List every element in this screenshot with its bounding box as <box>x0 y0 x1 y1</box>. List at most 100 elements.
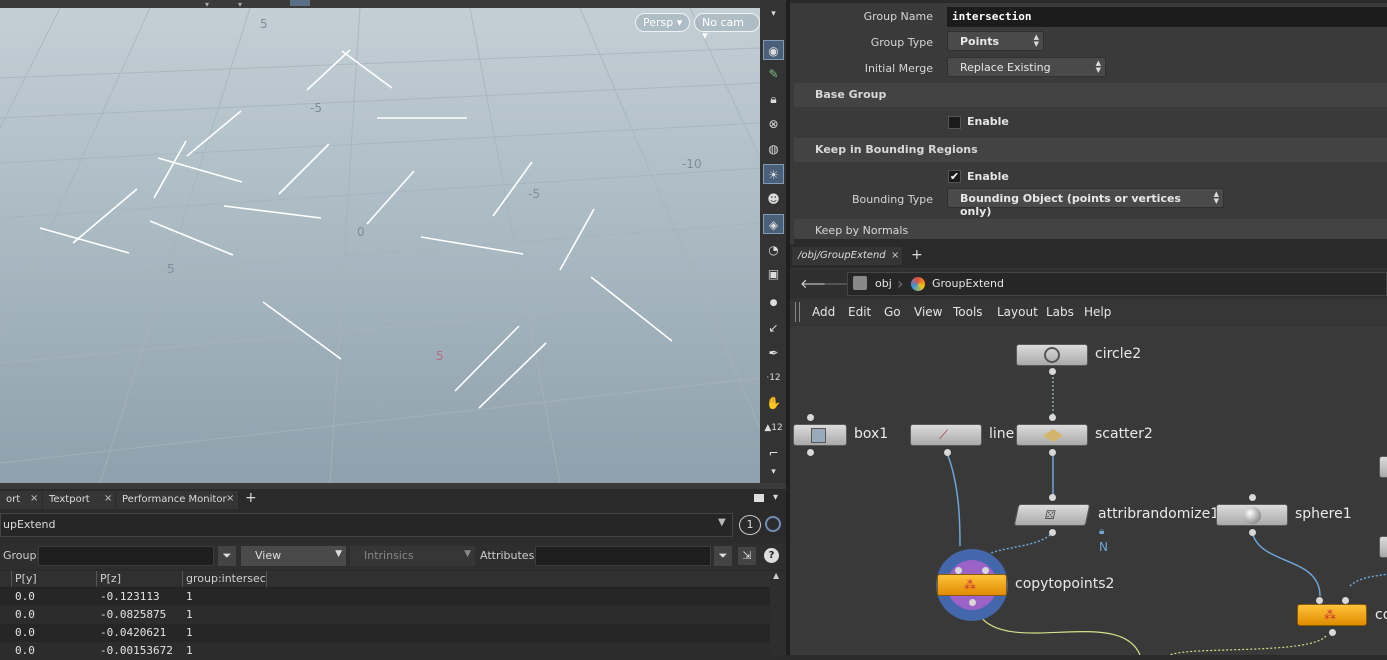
input-connector[interactable] <box>1249 494 1256 501</box>
node-circle2[interactable] <box>1016 344 1088 366</box>
chevron-down-icon[interactable]: ▾ <box>773 492 778 503</box>
menu-labs[interactable]: Labs <box>1046 305 1074 319</box>
attributes-filter-input[interactable] <box>535 546 711 566</box>
add-tab-icon[interactable]: + <box>911 247 923 263</box>
input-connector[interactable] <box>955 567 962 574</box>
input-connector[interactable] <box>1316 597 1323 604</box>
output-connector[interactable] <box>1249 529 1256 536</box>
node-sphere1[interactable] <box>1216 504 1288 526</box>
visibility-icon[interactable]: ◔ <box>763 240 784 260</box>
primitive-number-icon[interactable]: ▲12 <box>763 418 784 438</box>
node-copy-partial[interactable]: ⁂ <box>1297 604 1367 626</box>
node-scatter2[interactable] <box>1016 424 1088 446</box>
point-icon[interactable]: ● <box>763 293 784 313</box>
output-connector[interactable] <box>1049 368 1056 375</box>
options-icon[interactable]: ⇲ <box>738 547 756 565</box>
close-icon[interactable]: ⊗ <box>763 114 784 134</box>
base-group-header[interactable]: Base Group <box>794 83 1387 107</box>
maximize-icon[interactable] <box>754 494 764 502</box>
initial-merge-menu[interactable]: Replace Existing ▲ ▼ <box>947 57 1106 77</box>
menu-view[interactable]: View <box>914 305 942 319</box>
node-offscreen[interactable] <box>1379 536 1387 558</box>
table-row[interactable]: 0.0 -0.0420621 1 <box>0 624 770 642</box>
group-type-menu[interactable]: Points ▲ ▼ <box>947 31 1044 51</box>
normal-icon[interactable]: ↙ <box>763 318 784 338</box>
filter-icon[interactable]: ⏷ <box>714 546 732 566</box>
output-connector[interactable] <box>1329 629 1336 636</box>
menu-help[interactable]: Help <box>1084 305 1111 319</box>
close-icon[interactable]: × <box>891 250 899 261</box>
group-name-field[interactable]: intersection <box>947 7 1387 27</box>
output-connector[interactable] <box>1049 449 1056 456</box>
spreadsheet-path-field[interactable]: upExtend <box>0 513 733 537</box>
bounding-type-menu[interactable]: Bounding Object (points or vertices only… <box>947 188 1224 218</box>
eye-icon[interactable]: ◉ <box>763 40 784 60</box>
camera-bulb-icon[interactable]: ☻ <box>763 189 784 209</box>
table-row[interactable]: 0.0 -0.123113 1 <box>0 588 770 606</box>
column-header[interactable]: P[z] <box>97 571 183 587</box>
persp-camera-button[interactable]: Persp ▾ <box>635 13 691 32</box>
output-connector[interactable] <box>969 599 976 606</box>
menu-layout[interactable]: Layout <box>997 305 1038 319</box>
node-offscreen[interactable] <box>1379 456 1387 478</box>
menu-tools[interactable]: Tools <box>953 305 983 319</box>
close-icon[interactable]: × <box>30 493 38 504</box>
chevron-up-icon[interactable]: ▲ <box>773 571 779 580</box>
breadcrumb-obj[interactable]: obj <box>875 277 892 290</box>
input-connector[interactable] <box>807 414 814 421</box>
filter-icon[interactable]: ⏷ <box>218 546 236 566</box>
network-canvas[interactable]: circle2 box1 ⟋ line1 scatter2 ⚄ attribra… <box>790 326 1387 655</box>
bulb-icon[interactable]: ☀ <box>763 164 784 184</box>
menu-add[interactable]: Add <box>812 305 835 319</box>
drag-handle[interactable] <box>795 302 800 322</box>
chevron-down-icon[interactable]: ▾ <box>763 4 784 19</box>
add-tab-icon[interactable]: + <box>245 490 257 506</box>
close-icon[interactable]: × <box>226 493 234 504</box>
display-options-icon[interactable]: ◍ <box>763 139 784 159</box>
lock-icon[interactable]: 🔒︎ <box>763 89 784 109</box>
shading-icon[interactable]: ◈ <box>763 214 784 234</box>
column-header[interactable]: group:intersecti <box>183 571 267 587</box>
cam-select-button[interactable]: No cam ▾ <box>694 13 760 42</box>
pin-number-button[interactable]: 1 <box>739 515 761 535</box>
output-connector[interactable] <box>944 449 951 456</box>
input-connector[interactable] <box>1049 414 1056 421</box>
help-icon[interactable]: ? <box>764 548 779 563</box>
input-connector[interactable] <box>1342 597 1349 604</box>
column-header[interactable]: P[y] <box>12 571 97 587</box>
node-attribrandomize1[interactable]: ⚄ <box>1013 504 1091 526</box>
table-row[interactable]: 0.0 -0.00153672 1 <box>0 642 770 660</box>
intrinsics-dropdown[interactable]: Intrinsics ▼ <box>350 546 475 566</box>
node-copytopoints2[interactable]: ⁂ <box>937 574 1007 596</box>
output-connector[interactable] <box>807 449 814 456</box>
base-group-enable-checkbox[interactable] <box>948 116 961 129</box>
chevron-down-icon[interactable]: ▼ <box>718 517 726 528</box>
corner-icon[interactable]: ⌐ <box>763 443 784 463</box>
tab-obj-groupextend[interactable]: /obj/GroupExtend <box>792 247 902 265</box>
chevron-down-icon[interactable]: ▾ <box>763 462 784 482</box>
table-row[interactable]: 0.0 -0.0825875 1 <box>0 606 770 624</box>
vertical-scrollbar[interactable]: ▲ <box>770 571 786 655</box>
keep-bounding-header[interactable]: Keep in Bounding Regions <box>794 138 1387 162</box>
output-connector[interactable] <box>1049 529 1056 536</box>
point-number-icon[interactable]: ·12 <box>763 368 784 388</box>
menu-edit[interactable]: Edit <box>848 305 871 319</box>
bounding-enable-checkbox[interactable]: ✔ <box>948 170 961 183</box>
menu-go[interactable]: Go <box>884 305 901 319</box>
link-icon[interactable] <box>765 516 781 532</box>
view-dropdown[interactable]: View ▼ <box>241 546 346 566</box>
scene-viewport[interactable]: ▾ ▾ 0 5 -5 -10 5 -5 5 Persp ▾ No cam ▾ <box>0 0 760 483</box>
input-connector[interactable] <box>1049 494 1056 501</box>
node-line1[interactable]: ⟋ <box>910 424 982 446</box>
brush-icon[interactable]: ✋ <box>763 393 784 413</box>
breadcrumb-groupextend[interactable]: GroupExtend <box>932 277 1004 290</box>
selected-tool-button[interactable] <box>290 0 310 6</box>
group-filter-input[interactable] <box>38 546 214 566</box>
pen-icon[interactable]: ✒ <box>763 343 784 363</box>
ghost-icon[interactable]: ✎ <box>763 64 784 84</box>
tab-performance-monitor[interactable]: Performance Monitor <box>116 491 238 509</box>
snapshot-icon[interactable]: ▣ <box>763 264 784 284</box>
node-box1[interactable] <box>793 424 847 446</box>
input-connector[interactable] <box>982 567 989 574</box>
close-icon[interactable]: × <box>104 493 112 504</box>
